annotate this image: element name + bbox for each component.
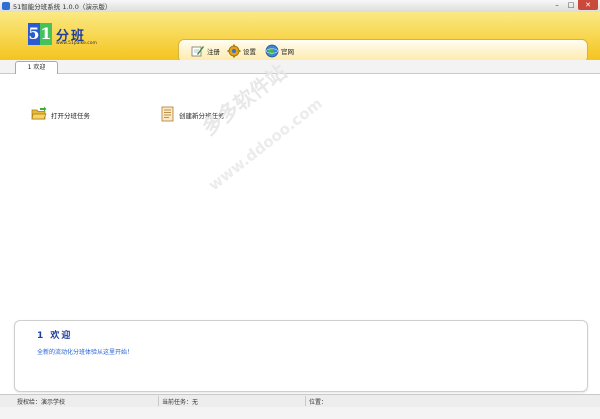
website-label: 官网	[281, 48, 294, 56]
logo-site: www.51paike.com	[56, 41, 97, 46]
register-label: 注册	[207, 48, 220, 56]
welcome-text: 全新的流动化分班体验从这里开始！	[37, 349, 134, 356]
maximize-button[interactable]: □	[564, 0, 578, 10]
status-task: 当前任务：无	[162, 399, 199, 406]
globe-icon	[265, 44, 279, 58]
register-icon	[191, 44, 205, 58]
window-bottom	[0, 407, 600, 419]
close-button[interactable]: ✕	[578, 0, 598, 10]
create-task-label: 创建新分班任务	[179, 112, 225, 120]
settings-button[interactable]: 设置	[227, 44, 256, 58]
tab-strip: 1 欢迎	[0, 60, 600, 74]
logo-digit-5: 5	[28, 23, 40, 45]
main-content: 打开分班任务 创建新分班任务	[5, 74, 594, 318]
settings-label: 设置	[243, 48, 256, 56]
open-task-label: 打开分班任务	[51, 112, 90, 120]
website-button[interactable]: 官网	[265, 44, 294, 58]
welcome-panel: 1 欢迎 全新的流动化分班体验从这里开始！	[14, 320, 588, 392]
window-title: 51智能分班系统 1.0.0（演示版）	[13, 3, 112, 11]
new-document-icon	[161, 106, 175, 124]
header-banner: 5 1 分班 www.51paike.com 注册 设置 官网	[0, 12, 600, 63]
tab-welcome[interactable]: 1 欢迎	[15, 61, 58, 74]
settings-gear-icon	[227, 44, 241, 58]
open-task-button[interactable]: 打开分班任务	[31, 106, 90, 124]
minimize-button[interactable]: –	[550, 0, 564, 10]
welcome-title: 1 欢迎	[37, 331, 73, 341]
window-controls: – □ ✕	[550, 0, 598, 11]
create-task-button[interactable]: 创建新分班任务	[161, 106, 225, 124]
status-location: 位置：	[309, 399, 328, 406]
status-divider	[158, 396, 159, 406]
status-license: 授权给：演示学校	[17, 399, 66, 406]
logo-digit-1: 1	[40, 23, 52, 45]
app-icon	[2, 2, 10, 10]
status-bar: 授权给：演示学校 当前任务：无 位置：	[0, 394, 600, 407]
register-button[interactable]: 注册	[191, 44, 220, 58]
open-folder-icon	[31, 106, 47, 124]
status-divider	[305, 396, 306, 406]
